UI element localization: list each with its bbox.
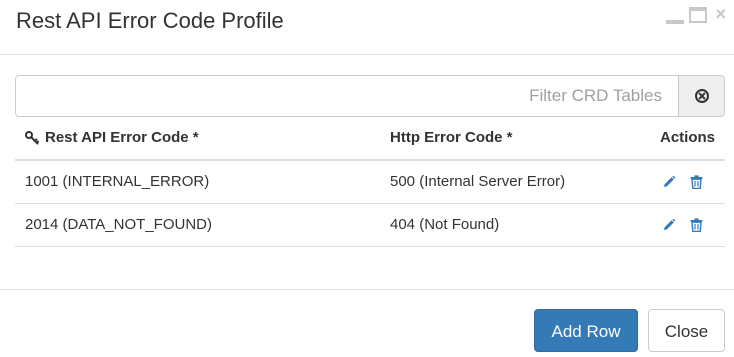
- trash-icon[interactable]: [690, 218, 703, 232]
- rest-api-error-code-profile-dialog: Rest API Error Code Profile × Filter CRD…: [0, 0, 734, 357]
- window-controls: ×: [665, 5, 726, 26]
- dialog-header: Rest API Error Code Profile ×: [0, 0, 734, 55]
- close-button[interactable]: Close: [648, 309, 725, 352]
- minimize-icon[interactable]: [665, 6, 685, 26]
- key-icon: [25, 131, 45, 145]
- cell-http-error-code: 404 (Not Found): [390, 216, 500, 233]
- row-actions: [662, 204, 703, 246]
- filter-group: [15, 75, 725, 117]
- trash-icon[interactable]: [690, 175, 703, 189]
- cell-http-error-code: 500 (Internal Server Error): [390, 173, 566, 190]
- error-code-table: Rest API Error Code * Http Error Code * …: [15, 119, 725, 247]
- table-row: 1001 (INTERNAL_ERROR) 500 (Internal Serv…: [15, 161, 725, 204]
- row-actions: [662, 161, 703, 203]
- filter-input[interactable]: [15, 75, 678, 117]
- pencil-icon[interactable]: [662, 218, 676, 232]
- column-header-actions: Actions: [659, 129, 715, 146]
- cell-rest-api-error-code: 1001 (INTERNAL_ERROR): [25, 173, 210, 190]
- column-header-http-error-code[interactable]: Http Error Code *: [390, 119, 513, 157]
- add-row-button[interactable]: Add Row: [534, 309, 638, 352]
- dialog-footer: Add Row Close: [0, 289, 734, 357]
- close-icon[interactable]: ×: [715, 5, 726, 23]
- column-header-label: Rest API Error Code *: [45, 129, 199, 146]
- table-header: Rest API Error Code * Http Error Code * …: [15, 119, 725, 161]
- circle-x-icon: [694, 89, 709, 103]
- dialog-title: Rest API Error Code Profile: [16, 8, 284, 33]
- maximize-icon[interactable]: [689, 7, 708, 23]
- cell-rest-api-error-code: 2014 (DATA_NOT_FOUND): [25, 216, 212, 233]
- table-row: 2014 (DATA_NOT_FOUND) 404 (Not Found): [15, 204, 725, 247]
- pencil-icon[interactable]: [662, 175, 676, 189]
- filter-clear-button[interactable]: [678, 75, 725, 117]
- column-header-rest-api-error-code[interactable]: Rest API Error Code *: [25, 119, 199, 157]
